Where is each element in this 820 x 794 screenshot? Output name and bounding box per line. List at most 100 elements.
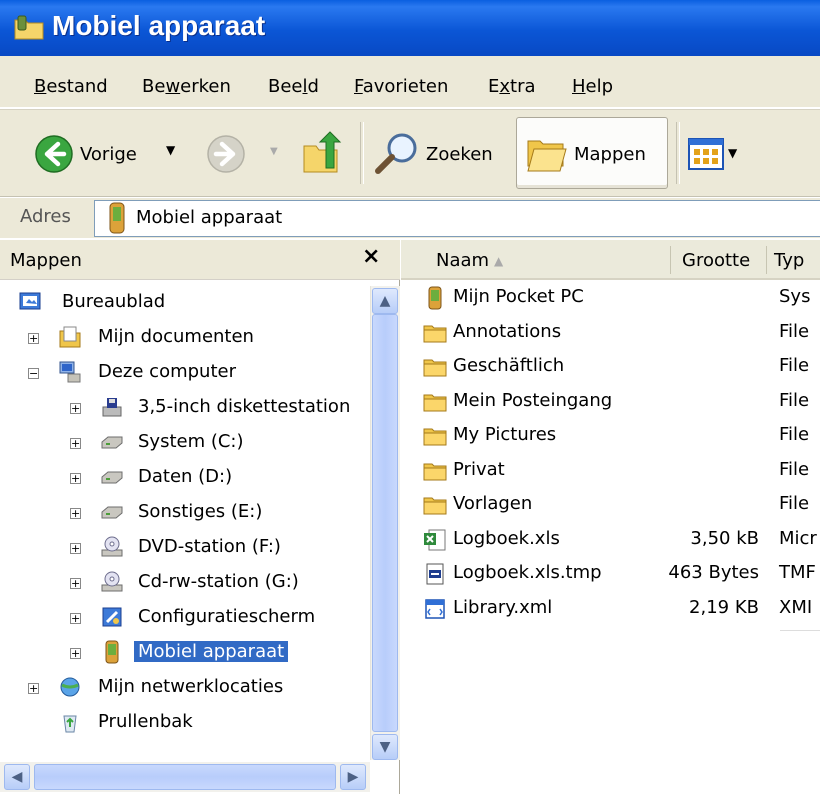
menu-item-favorieten[interactable]: Favorieten: [354, 76, 448, 97]
horizontal-scroll-thumb[interactable]: [34, 764, 336, 790]
vertical-scroll-thumb[interactable]: [372, 314, 398, 732]
tree-item[interactable]: + Mobiel apparaat: [0, 638, 368, 668]
my-documents-icon: [59, 326, 81, 348]
folders-button-label: Mappen: [574, 144, 646, 165]
xml-file-icon: [425, 598, 445, 619]
expand-icon[interactable]: +: [28, 683, 39, 694]
file-type: File: [779, 424, 810, 445]
address-value: Mobiel apparaat: [136, 207, 283, 228]
pocket-pc-icon: [428, 286, 442, 310]
scroll-up-icon[interactable]: ▲: [372, 288, 398, 314]
window-title: Mobiel apparaat: [52, 10, 266, 41]
file-type: File: [779, 458, 810, 480]
tree-item[interactable]: + Cd-rw-station (G:): [0, 568, 368, 598]
file-type: File: [779, 355, 810, 376]
tree-item[interactable]: + Daten (D:): [0, 463, 368, 493]
expand-icon[interactable]: +: [70, 648, 81, 659]
scroll-left-icon[interactable]: ◀: [4, 764, 30, 790]
file-row[interactable]: Privat File: [401, 457, 820, 487]
control-panel-icon: [102, 607, 122, 627]
forward-dropdown-icon[interactable]: ▼: [270, 146, 278, 157]
file-size: 3,50 kB: [690, 527, 759, 549]
search-button[interactable]: Zoeken: [426, 144, 493, 165]
tree-item-label: Daten (D:): [138, 466, 233, 487]
sort-ascending-icon: ▲: [494, 254, 504, 268]
floppy-drive-icon: [102, 398, 122, 417]
hard-drive-icon: [101, 471, 123, 484]
tree-item[interactable]: Prullenbak: [0, 708, 368, 738]
tree-item-label: 3,5-inch diskettestation: [138, 396, 351, 417]
menu-item-extra[interactable]: Extra: [488, 76, 536, 97]
folder-icon: [423, 325, 447, 342]
file-name: Vorlagen: [453, 493, 533, 514]
close-pane-icon[interactable]: ×: [362, 244, 380, 269]
file-name: Privat: [453, 458, 505, 480]
back-dropdown-icon[interactable]: ▼: [166, 143, 175, 157]
tree-item[interactable]: + Mijn netwerklocaties: [0, 673, 368, 703]
column-header-size[interactable]: Grootte: [682, 250, 750, 271]
tree-item-label: System (C:): [138, 431, 244, 452]
folders-pane-title: Mappen: [10, 250, 82, 271]
menu-item-bewerken[interactable]: Bewerken: [142, 76, 231, 97]
collapse-icon[interactable]: −: [28, 368, 39, 379]
mobile-device-icon: [109, 202, 125, 234]
tree-item[interactable]: + DVD-station (F:): [0, 533, 368, 563]
tree-item[interactable]: + Configuratiescherm: [0, 603, 368, 633]
back-arrow-icon[interactable]: [34, 134, 74, 174]
tree-item[interactable]: − Deze computer: [0, 358, 368, 388]
scroll-down-icon[interactable]: ▼: [372, 734, 398, 760]
column-header-type[interactable]: Typ: [774, 250, 804, 271]
expand-icon[interactable]: +: [70, 403, 81, 414]
tree-item[interactable]: + Sonstiges (E:): [0, 498, 368, 528]
expand-icon[interactable]: +: [28, 333, 39, 344]
views-icon[interactable]: [688, 138, 724, 170]
folder-icon: [423, 394, 447, 411]
tree-item[interactable]: + Mijn documenten: [0, 323, 368, 353]
file-type: Sys: [779, 286, 811, 307]
menu-item-bestand[interactable]: Bestand: [34, 76, 108, 97]
scroll-right-icon[interactable]: ▶: [340, 764, 366, 790]
folder-icon: [423, 428, 447, 446]
column-header-name[interactable]: Naam: [436, 250, 489, 271]
toolbar-separator: [676, 122, 680, 184]
file-row[interactable]: Library.xml 2,19 KB XMI: [401, 595, 820, 625]
expand-icon[interactable]: +: [70, 613, 81, 624]
expand-icon[interactable]: +: [70, 578, 81, 589]
back-button[interactable]: Vorige: [80, 144, 137, 165]
tree-item[interactable]: +3,5-inch diskettestation: [0, 393, 368, 423]
forward-arrow-icon[interactable]: [206, 134, 246, 174]
tree-item[interactable]: + System (C:): [0, 428, 368, 458]
column-divider[interactable]: [670, 246, 671, 274]
desktop-icon: [19, 292, 41, 310]
search-icon[interactable]: [372, 130, 422, 176]
folder-icon: [423, 359, 447, 377]
file-row[interactable]: Mein Posteingang File: [401, 388, 820, 418]
file-row[interactable]: Geschäftlich File: [401, 353, 820, 383]
file-row[interactable]: Annotations File: [401, 319, 820, 349]
file-name: Annotations: [453, 320, 562, 342]
folder-up-icon[interactable]: [300, 130, 344, 176]
column-divider[interactable]: [766, 246, 767, 274]
file-name: Logboek.xls.tmp: [453, 562, 602, 583]
file-type: TMF: [779, 562, 816, 583]
my-computer-icon: [59, 361, 81, 383]
tree-item[interactable]: Bureaublad: [0, 288, 368, 318]
file-row[interactable]: Logboek.xls.tmp 463 Bytes TMF: [401, 560, 820, 590]
file-name: Logboek.xls: [453, 527, 560, 549]
file-row[interactable]: Mijn Pocket PC Sys: [401, 284, 820, 314]
file-row[interactable]: Vorlagen File: [401, 491, 820, 521]
tree-item-label: Deze computer: [98, 361, 236, 382]
mobile-device-icon: [105, 640, 119, 664]
expand-icon[interactable]: +: [70, 508, 81, 519]
file-row[interactable]: My Pictures File: [401, 422, 820, 452]
file-row[interactable]: Logboek.xls 3,50 kB Micr: [401, 526, 820, 556]
menu-item-help[interactable]: Help: [572, 76, 613, 97]
expand-icon[interactable]: +: [70, 473, 81, 484]
file-size: 2,19 KB: [689, 596, 759, 618]
menu-item-beeld[interactable]: Beeld: [268, 76, 319, 97]
address-label: Adres: [20, 206, 71, 227]
expand-icon[interactable]: +: [70, 438, 81, 449]
mobile-folder-icon: [14, 15, 44, 40]
views-dropdown-icon[interactable]: ▼: [728, 146, 737, 160]
expand-icon[interactable]: +: [70, 543, 81, 554]
